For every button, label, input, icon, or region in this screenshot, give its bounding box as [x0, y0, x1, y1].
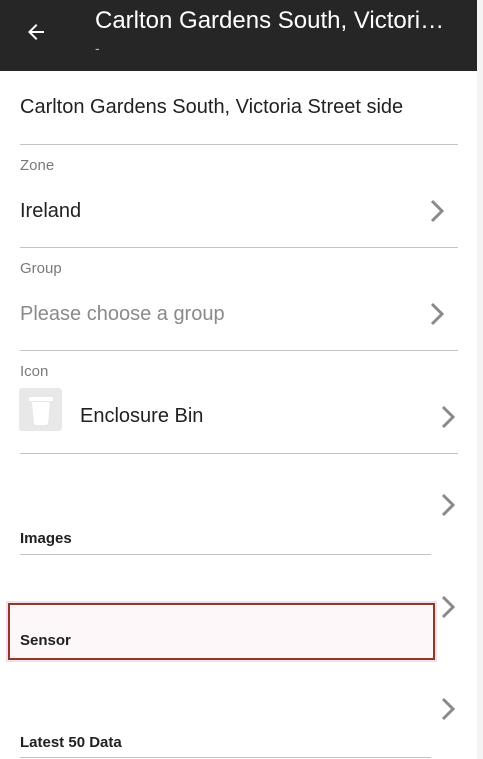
divider	[20, 554, 431, 555]
sensor-label: Sensor	[20, 632, 71, 649]
group-placeholder: Please choose a group	[20, 303, 225, 325]
images-label: Images	[20, 530, 72, 547]
back-button[interactable]	[22, 20, 50, 48]
trash-bin-icon	[19, 388, 62, 431]
app-bar-title: Carlton Gardens South, Victoria Street s…	[95, 7, 455, 34]
group-label: Group	[20, 260, 62, 277]
chevron-right-icon	[440, 493, 456, 517]
sensor-row[interactable]	[8, 603, 435, 660]
icon-label: Icon	[20, 363, 49, 380]
chevron-right-icon	[429, 199, 445, 223]
divider	[20, 350, 458, 351]
zone-label: Zone	[20, 157, 55, 174]
zone-row[interactable]	[0, 146, 477, 246]
chevron-right-icon	[440, 405, 456, 429]
group-row[interactable]	[0, 249, 477, 349]
chevron-right-icon	[440, 595, 456, 619]
arrow-back-icon	[24, 20, 48, 49]
divider	[20, 247, 458, 248]
divider	[20, 144, 458, 145]
zone-value: Ireland	[20, 200, 82, 222]
latest-data-label: Latest 50 Data	[20, 734, 122, 751]
divider	[20, 757, 431, 758]
icon-value: Enclosure Bin	[80, 405, 204, 427]
divider	[20, 453, 458, 454]
scroll-edge	[477, 0, 483, 759]
app-bar: Carlton Gardens South, Victoria Street s…	[0, 0, 477, 71]
chevron-right-icon	[429, 302, 445, 326]
icon-row[interactable]	[0, 352, 477, 452]
chevron-right-icon	[440, 697, 456, 721]
app-bar-subtitle: -	[95, 40, 100, 56]
name-field[interactable]: Carlton Gardens South, Victoria Street s…	[20, 96, 403, 119]
